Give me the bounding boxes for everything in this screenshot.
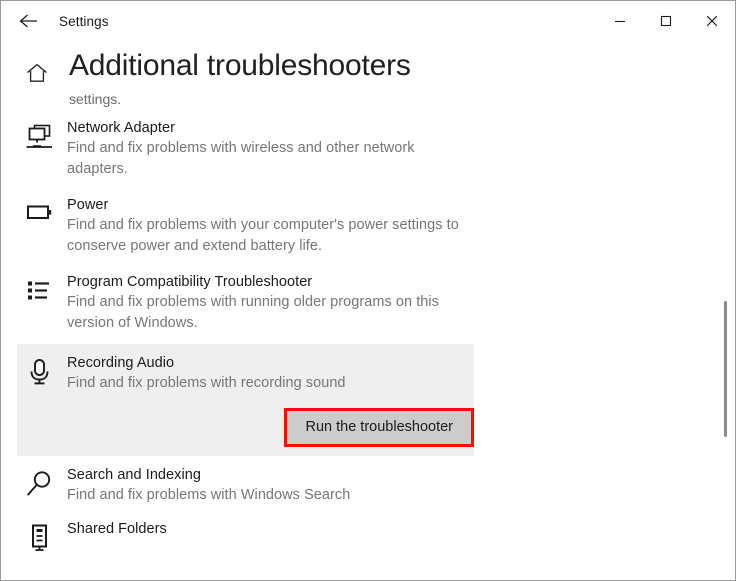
troubleshooter-title: Shared Folders [67, 521, 167, 537]
troubleshooter-text: Network Adapter Find and fix problems wi… [67, 119, 711, 180]
minimize-icon [613, 14, 627, 28]
back-button[interactable] [7, 5, 51, 37]
troubleshooter-text: Shared Folders [67, 520, 711, 539]
troubleshooter-description: Find and fix problems with your computer… [67, 217, 459, 254]
troubleshooter-text: Search and Indexing Find and fix problem… [67, 466, 711, 506]
microphone-icon [23, 357, 57, 391]
troubleshooter-description: Find and fix problems with recording sou… [67, 375, 346, 391]
app-title: Settings [59, 13, 109, 29]
troubleshooter-title: Network Adapter [67, 120, 175, 136]
scrollbar-thumb[interactable] [724, 301, 727, 437]
back-arrow-icon [18, 12, 40, 30]
run-troubleshooter-annotation: Run the troubleshooter [284, 408, 474, 447]
close-button[interactable] [689, 1, 735, 41]
clipped-description-tail: settings. [69, 91, 122, 107]
troubleshooter-item-shared-folders[interactable]: Shared Folders [1, 516, 711, 564]
troubleshooter-title: Program Compatibility Troubleshooter [67, 274, 313, 290]
troubleshooter-text: Power Find and fix problems with your co… [67, 196, 711, 257]
troubleshooter-item-power[interactable]: Power Find and fix problems with your co… [1, 190, 711, 267]
troubleshooter-item-recording-audio[interactable]: Recording Audio Find and fix problems wi… [17, 344, 474, 456]
search-magnifier-icon [23, 469, 57, 503]
troubleshooter-title: Power [67, 197, 109, 213]
troubleshooter-action-area: Run the troubleshooter [17, 394, 474, 456]
minimize-button[interactable] [597, 1, 643, 41]
title-bar: Settings [1, 1, 735, 41]
red-highlight-box: Run the troubleshooter [284, 408, 474, 447]
troubleshooter-description: Find and fix problems with running older… [67, 294, 439, 331]
troubleshooter-description: Find and fix problems with wireless and … [67, 140, 415, 177]
run-troubleshooter-button[interactable]: Run the troubleshooter [287, 411, 471, 444]
vertical-scrollbar[interactable] [717, 41, 734, 580]
network-adapter-icon [23, 122, 57, 156]
shared-folders-icon [23, 523, 57, 557]
troubleshooter-item-program-compatibility[interactable]: Program Compatibility Troubleshooter Fin… [1, 267, 711, 344]
troubleshooter-text: Program Compatibility Troubleshooter Fin… [67, 273, 711, 334]
page-title: Additional troubleshooters [69, 49, 411, 82]
maximize-icon [659, 14, 673, 28]
troubleshooter-text: Recording Audio Find and fix problems wi… [67, 354, 474, 394]
maximize-button[interactable] [643, 1, 689, 41]
troubleshooter-list: Network Adapter Find and fix problems wi… [1, 113, 711, 580]
settings-window: Settings Additional troubleshooters sett… [0, 0, 736, 581]
battery-power-icon [23, 199, 57, 233]
troubleshooter-title: Recording Audio [67, 355, 175, 371]
troubleshooter-item-network-adapter[interactable]: Network Adapter Find and fix problems wi… [1, 113, 711, 190]
home-icon[interactable] [25, 61, 49, 90]
caption-button-group [597, 1, 735, 41]
troubleshooter-item-search-and-indexing[interactable]: Search and Indexing Find and fix problem… [1, 456, 711, 516]
page-header: Additional troubleshooters settings. [1, 49, 735, 111]
bulleted-list-icon [23, 276, 57, 310]
troubleshooter-title: Search and Indexing [67, 467, 201, 483]
troubleshooter-description: Find and fix problems with Windows Searc… [67, 487, 351, 503]
close-icon [704, 13, 720, 29]
